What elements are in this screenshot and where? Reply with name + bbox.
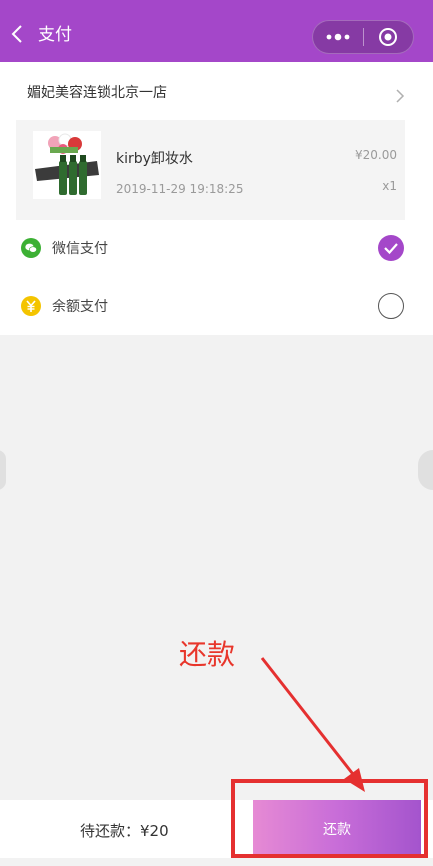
header-bar: 支付 (0, 0, 433, 62)
annotation-label: 还款 (179, 638, 236, 671)
page-title: 支付 (38, 25, 72, 45)
chevron-right-icon (396, 89, 405, 103)
target-close-icon (379, 28, 398, 46)
close-mini-program-button[interactable] (364, 21, 413, 53)
item-price: ¥20.00 (355, 148, 397, 162)
amount-due: 待还款：¥20 (80, 822, 169, 840)
balance-yuan-icon (21, 296, 41, 316)
payment-radio-selected[interactable] (378, 235, 404, 261)
product-image (33, 131, 101, 199)
payment-page: 支付 媚妃美容连锁北京一店 kirby卸妆水 2019-11-29 19:18:… (0, 0, 433, 866)
product-name: kirby卸妆水 (116, 151, 193, 167)
store-name: 媚妃美容连锁北京一店 (27, 85, 167, 101)
checkmark-icon (384, 243, 398, 255)
payment-radio-unselected[interactable] (378, 293, 404, 319)
payment-option-wechat[interactable]: 微信支付 (0, 224, 433, 272)
left-edge-handle (0, 450, 6, 490)
order-item-card: kirby卸妆水 2019-11-29 19:18:25 ¥20.00 x1 (16, 120, 405, 220)
order-time: 2019-11-29 19:18:25 (116, 182, 244, 196)
right-edge-handle (418, 450, 433, 490)
payment-label: 余额支付 (52, 299, 108, 315)
back-arrow-icon[interactable] (10, 24, 26, 44)
item-quantity: x1 (382, 179, 397, 193)
annotation-highlight-box (231, 779, 428, 858)
payment-option-balance[interactable]: 余额支付 (0, 282, 433, 330)
wechat-pay-icon (21, 238, 41, 258)
payment-label: 微信支付 (52, 241, 108, 257)
mini-program-capsule (312, 20, 414, 54)
store-row[interactable]: 媚妃美容连锁北京一店 (0, 62, 433, 118)
more-dots-icon (326, 33, 350, 41)
more-menu-button[interactable] (313, 21, 363, 53)
